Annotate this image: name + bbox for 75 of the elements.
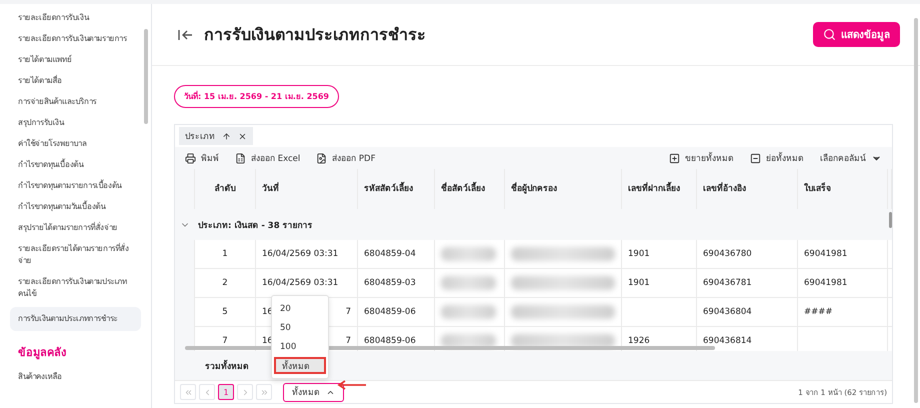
table-cell: 16/04/2569 03:31	[256, 240, 358, 269]
previous-page-button[interactable]	[199, 384, 215, 400]
scrollbar[interactable]	[144, 29, 148, 124]
table-cell: 2	[195, 269, 256, 298]
date-range-chip: วันที่: 15 เม.ย. 2569 - 21 เม.ย. 2569	[174, 85, 339, 108]
search-icon	[823, 28, 836, 41]
sidebar-item[interactable]: สินค้าคงเหลือ	[10, 369, 141, 385]
table-cell: 6804859-06	[358, 298, 435, 327]
next-page-button[interactable]	[237, 384, 253, 400]
arrow-icon	[337, 380, 367, 390]
table-cell: 5	[195, 298, 256, 327]
toolbar-button[interactable]: ขยายทั้งหมด	[669, 151, 734, 165]
sidebar-item[interactable]: รายละเอียดรายได้ตามรายการที่สั่งจ่าย	[10, 241, 141, 269]
scrollbar[interactable]	[889, 212, 892, 228]
spreadsheet-icon	[235, 152, 246, 164]
blurred-text	[441, 276, 496, 290]
table-cell: 1	[195, 240, 256, 269]
toolbar-button[interactable]: ส่งออก Excel	[235, 151, 300, 165]
menu-option[interactable]: 20	[274, 300, 326, 317]
page-size-select[interactable]: ทั้งหมด	[283, 382, 344, 402]
group-label: ประเภท	[185, 131, 215, 143]
first-page-icon	[184, 388, 192, 396]
page-title: การรับเงินตามประเภทการชำระ	[204, 24, 427, 46]
group-label: ประเภท: เงินสด - 38 รายการ	[198, 220, 313, 232]
image-file-icon	[316, 152, 328, 164]
sidebar-item[interactable]: สรุปรายได้ตามรายการที่สั่งจ่าย	[10, 220, 141, 236]
table-cell: 1901	[622, 269, 697, 298]
table-cell: 690436780	[697, 240, 798, 269]
toolbar-button[interactable]: ย่อทั้งหมด	[750, 151, 804, 165]
blurred-text	[441, 305, 496, 319]
first-page-button[interactable]	[180, 384, 196, 400]
sidebar-item[interactable]: กำไรขาดทุนเบื้องต้น	[10, 157, 141, 173]
blurred-text	[441, 247, 496, 261]
close-icon[interactable]	[238, 132, 247, 140]
table-cell: 6804859-03	[358, 269, 435, 298]
sidebar-item[interactable]: รายได้ตามแพทย์	[10, 52, 141, 68]
sidebar-item[interactable]: ค่าใช้จ่ายโรงพยาบาล	[10, 136, 141, 152]
sidebar-item[interactable]: กำไรขาดทุนตามรายการเบื้องต้น	[10, 178, 141, 194]
table-cell: ####	[798, 298, 888, 327]
group-row[interactable]: ประเภท: เงินสด - 38 รายการ	[175, 209, 892, 240]
table-cell: 69041981	[798, 240, 888, 269]
sidebar-item[interactable]: การรับเงินตามประเภทการชำระ	[10, 307, 141, 331]
sidebar-item[interactable]: รายละเอียดการรับเงิน	[10, 10, 141, 26]
table-cell: 69041981	[798, 269, 888, 298]
sidebar-item[interactable]: รายละเอียดการรับเงินตามประเภทคนไข้	[10, 274, 141, 302]
menu-option[interactable]: ทั้งหมด	[274, 357, 326, 374]
sidebar-item[interactable]: รายได้ตามสื่อ	[10, 73, 141, 89]
group-chip[interactable]: ประเภท	[179, 127, 253, 145]
toolbar-button[interactable]: เลือกคอลัมน์	[820, 151, 882, 165]
last-page-icon	[260, 388, 268, 396]
table-cell: 690436814	[697, 327, 798, 351]
sidebar-section-title: ข้อมูลคลัง	[18, 345, 67, 361]
printer-icon	[185, 152, 196, 164]
sidebar-item[interactable]: รายละเอียดการรับเงินตามรายการ	[10, 31, 141, 47]
table-cell: 6804859-04	[358, 240, 435, 269]
collapse-sidebar-icon[interactable]	[178, 28, 194, 40]
menu-option[interactable]: 50	[274, 319, 326, 336]
table-cell: 16/04/2569 03:31	[256, 269, 358, 298]
sidebar-item[interactable]: กำไรขาดทุนตามวันเบื้องต้น	[10, 199, 141, 215]
table-cell-fragment: 7	[346, 336, 351, 346]
minus-square-icon	[750, 152, 761, 164]
menu-option[interactable]: 100	[274, 338, 326, 355]
table-cell: 690436804	[697, 298, 798, 327]
sidebar-item[interactable]: สรุปการรับเงิน	[10, 115, 141, 131]
show-data-button[interactable]: แสดงข้อมูล	[813, 22, 900, 47]
table-cell: 690436781	[697, 269, 798, 298]
plus-square-icon	[669, 152, 680, 164]
last-page-button[interactable]	[256, 384, 272, 400]
toolbar-button[interactable]: ส่งออก PDF	[316, 151, 376, 165]
sidebar-item[interactable]: การจ่ายสินค้าและบริการ	[10, 94, 141, 110]
table-cell-fragment: 7	[346, 307, 351, 317]
scrollbar[interactable]	[914, 18, 918, 403]
toolbar-button[interactable]: พิมพ์	[185, 151, 219, 165]
table-cell: 1901	[622, 240, 697, 269]
sort-up-icon[interactable]	[222, 132, 231, 140]
